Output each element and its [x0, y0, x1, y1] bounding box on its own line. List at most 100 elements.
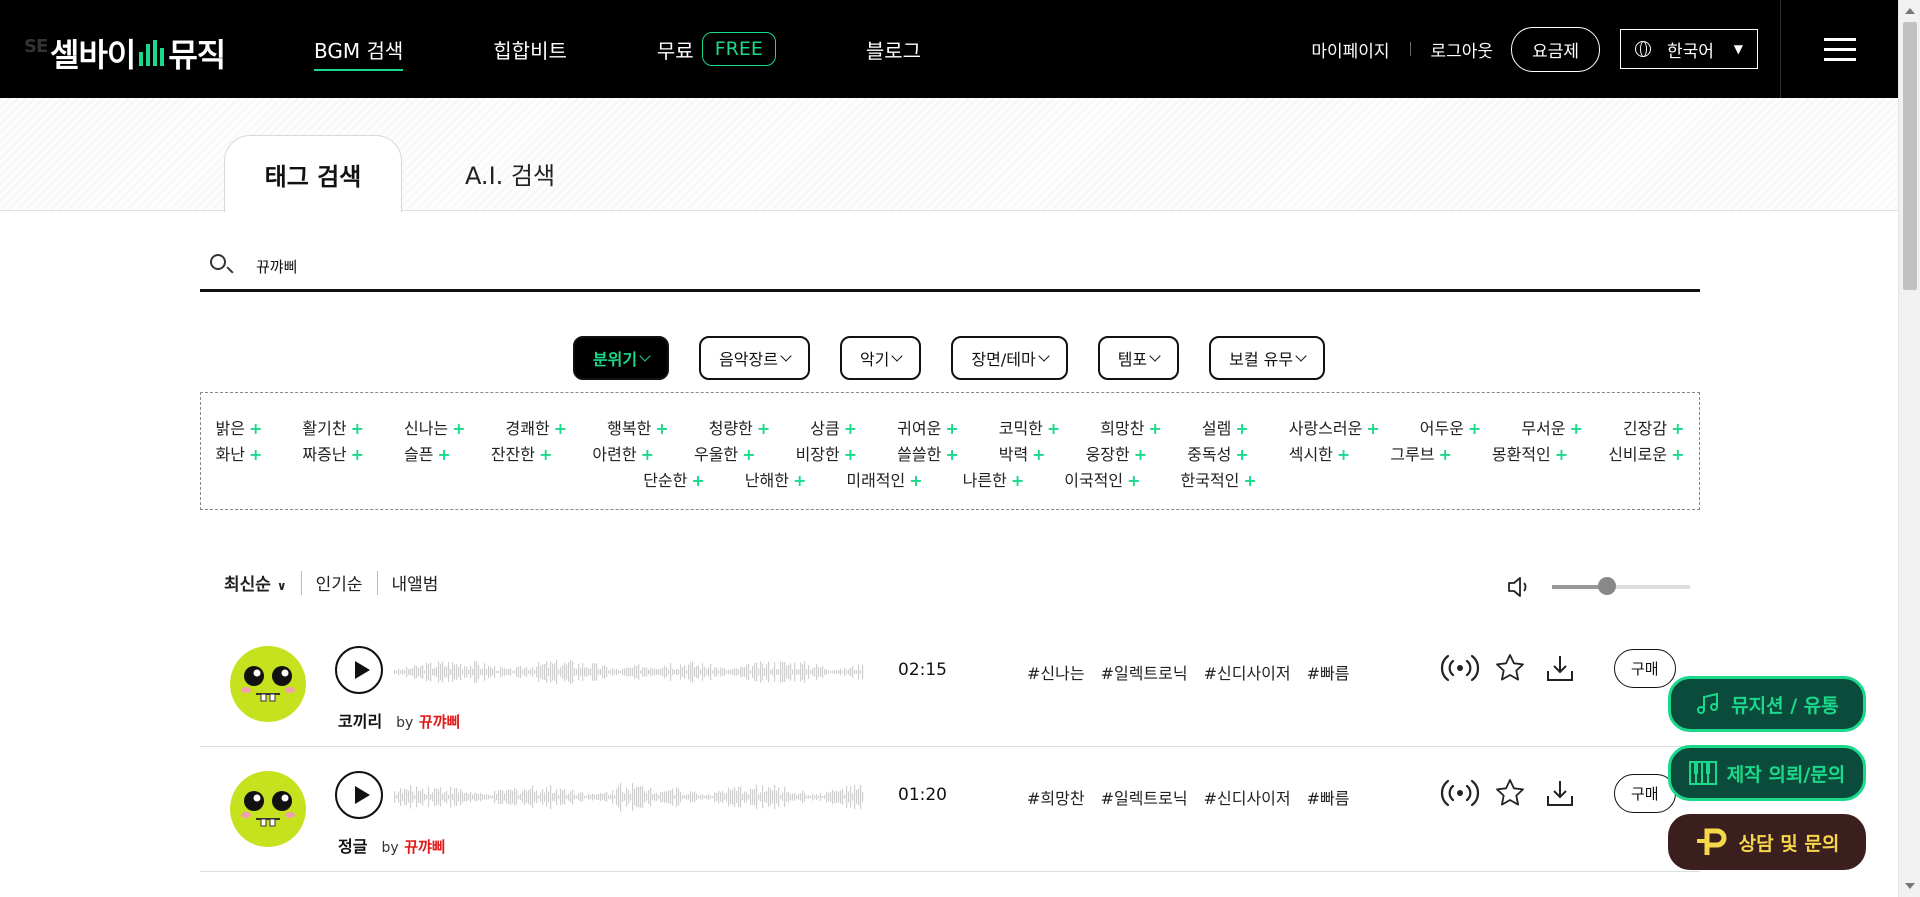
broadcast-icon[interactable]: [1440, 773, 1480, 813]
mood-tag[interactable]: 신비로운 +: [1608, 441, 1684, 467]
tag-label: 어두운: [1419, 419, 1464, 438]
volume-knob[interactable]: [1598, 577, 1617, 595]
mood-tag[interactable]: 비장한 +: [796, 441, 858, 467]
mood-tag[interactable]: 사랑스러운 +: [1289, 415, 1380, 441]
track-tag[interactable]: #신디사이저: [1204, 785, 1291, 809]
artist-avatar[interactable]: [230, 771, 306, 847]
star-icon[interactable]: [1490, 773, 1530, 813]
track-tag[interactable]: #일렉트로닉: [1101, 785, 1188, 809]
track-title[interactable]: 코끼리: [338, 712, 382, 731]
mood-tag[interactable]: 잔잔한 +: [491, 441, 553, 467]
mood-tag[interactable]: 코믹한 +: [999, 415, 1061, 441]
mood-tag[interactable]: 경쾌한 +: [506, 415, 568, 441]
tab-ai-search[interactable]: A.I. 검색: [440, 135, 580, 212]
sort-my-album[interactable]: 내앨범: [378, 570, 453, 595]
search-input[interactable]: [256, 250, 1656, 282]
mood-tag[interactable]: 몽환적인 +: [1492, 441, 1568, 467]
nav-blog[interactable]: 블로그: [866, 35, 921, 64]
filter-tempo[interactable]: 템포: [1097, 336, 1180, 380]
nav-free[interactable]: 무료 FREE: [657, 32, 776, 66]
mood-tag[interactable]: 그루브 +: [1390, 441, 1452, 467]
play-button[interactable]: [335, 646, 383, 694]
scroll-up-arrow-icon[interactable]: [1905, 8, 1915, 14]
filter-bar: 분위기 음악장르 악기 장면/테마 템포 보컬 유무: [0, 336, 1898, 380]
site-logo[interactable]: SE 셀바이 뮤직: [24, 30, 226, 76]
mood-tag[interactable]: 쓸쓸한 +: [897, 441, 959, 467]
consultation-button[interactable]: 상담 및 문의: [1668, 814, 1866, 870]
mood-tag[interactable]: 이국적인 +: [1064, 467, 1140, 493]
mood-tag[interactable]: 나른한 +: [963, 467, 1025, 493]
musician-distribution-button[interactable]: 뮤지션 / 유통: [1668, 676, 1866, 732]
mood-tag[interactable]: 박력 +: [999, 441, 1046, 467]
mood-tag[interactable]: 슬픈 +: [404, 441, 451, 467]
filter-mood[interactable]: 분위기: [572, 336, 670, 380]
track-title[interactable]: 정글: [338, 837, 367, 856]
pricing-button[interactable]: 요금제: [1511, 26, 1600, 72]
mood-tag[interactable]: 짜증난 +: [302, 441, 364, 467]
user-nav: 마이페이지 로그아웃 요금제 한국어 ▼: [1311, 0, 1758, 98]
sort-latest[interactable]: 최신순 ∨: [224, 570, 301, 595]
download-icon[interactable]: [1540, 648, 1580, 688]
mood-tag[interactable]: 웅장한 +: [1086, 441, 1148, 467]
star-icon[interactable]: [1490, 648, 1530, 688]
filter-scene-theme[interactable]: 장면/테마: [951, 336, 1068, 380]
mood-tag[interactable]: 신나는 +: [404, 415, 466, 441]
mood-tag[interactable]: 청량한 +: [709, 415, 771, 441]
filter-vocal[interactable]: 보컬 유무: [1209, 336, 1326, 380]
tab-tag-search[interactable]: 태그 검색: [224, 135, 402, 212]
download-icon[interactable]: [1540, 773, 1580, 813]
mood-tag[interactable]: 아련한 +: [592, 441, 654, 467]
nav-bgm-search[interactable]: BGM 검색: [314, 35, 404, 71]
mood-tag[interactable]: 상큼 +: [810, 415, 857, 441]
tag-label: 행복한: [607, 419, 652, 438]
logout-link[interactable]: 로그아웃: [1431, 37, 1494, 62]
mood-tag[interactable]: 화난 +: [216, 441, 263, 467]
filter-instrument[interactable]: 악기: [839, 336, 922, 380]
mood-tag[interactable]: 한국적인 +: [1181, 467, 1257, 493]
buy-button[interactable]: 구매: [1614, 773, 1676, 813]
mood-tag[interactable]: 활기찬 +: [302, 415, 364, 441]
mood-tag[interactable]: 밝은 +: [216, 415, 263, 441]
mood-tag[interactable]: 긴장감 +: [1623, 415, 1685, 441]
buy-button[interactable]: 구매: [1614, 648, 1676, 688]
play-button[interactable]: [335, 771, 383, 819]
mood-tag[interactable]: 난해한 +: [745, 467, 807, 493]
volume-slider[interactable]: [1552, 577, 1690, 595]
page-scrollbar[interactable]: [1898, 0, 1920, 897]
track-tag[interactable]: #빠름: [1307, 785, 1350, 809]
mood-tag[interactable]: 귀여운 +: [897, 415, 959, 441]
mood-tag[interactable]: 단순한 +: [643, 467, 705, 493]
production-request-button[interactable]: 제작 의뢰/문의: [1668, 745, 1866, 801]
mood-tag[interactable]: 행복한 +: [607, 415, 669, 441]
nav-hiphop-beat[interactable]: 힙합비트: [493, 35, 567, 64]
broadcast-icon[interactable]: [1440, 648, 1480, 688]
language-select[interactable]: 한국어 ▼: [1620, 29, 1758, 69]
hamburger-menu-button[interactable]: [1780, 0, 1898, 98]
mood-tag[interactable]: 희망찬 +: [1100, 415, 1162, 441]
mood-tag-panel: 밝은 + 활기찬 + 신나는 + 경쾌한 + 행복한 + 청량한 + 상큼 + 귀여운 + 코믹한 + 희망찬 + 설렘…: [200, 392, 1700, 510]
search-icon[interactable]: [210, 254, 226, 270]
track-tag[interactable]: #빠름: [1307, 660, 1350, 684]
mood-tag[interactable]: 중독성 +: [1187, 441, 1249, 467]
artist-name[interactable]: 뀨꺄삐: [419, 713, 460, 731]
filter-genre[interactable]: 음악장르: [699, 336, 810, 380]
scroll-down-arrow-icon[interactable]: [1905, 883, 1915, 889]
mood-tag[interactable]: 무서운 +: [1521, 415, 1583, 441]
track-tag[interactable]: #신나는: [1027, 660, 1085, 684]
mypage-link[interactable]: 마이페이지: [1311, 37, 1389, 62]
mood-tag[interactable]: 미래적인 +: [846, 467, 922, 493]
track-tag[interactable]: #신디사이저: [1204, 660, 1291, 684]
track-tag[interactable]: #희망찬: [1027, 785, 1085, 809]
mood-tag[interactable]: 우울한 +: [694, 441, 756, 467]
waveform[interactable]: [394, 652, 864, 692]
track-tag[interactable]: #일렉트로닉: [1101, 660, 1188, 684]
scroll-thumb[interactable]: [1903, 22, 1917, 290]
artist-name[interactable]: 뀨꺄삐: [404, 838, 445, 856]
speaker-icon[interactable]: [1506, 574, 1532, 600]
waveform[interactable]: [394, 777, 864, 817]
mood-tag[interactable]: 설렘 +: [1202, 415, 1249, 441]
mood-tag[interactable]: 어두운 +: [1420, 415, 1482, 441]
mood-tag[interactable]: 섹시한 +: [1289, 441, 1351, 467]
artist-avatar[interactable]: [230, 646, 306, 722]
sort-popular[interactable]: 인기순: [302, 570, 377, 595]
